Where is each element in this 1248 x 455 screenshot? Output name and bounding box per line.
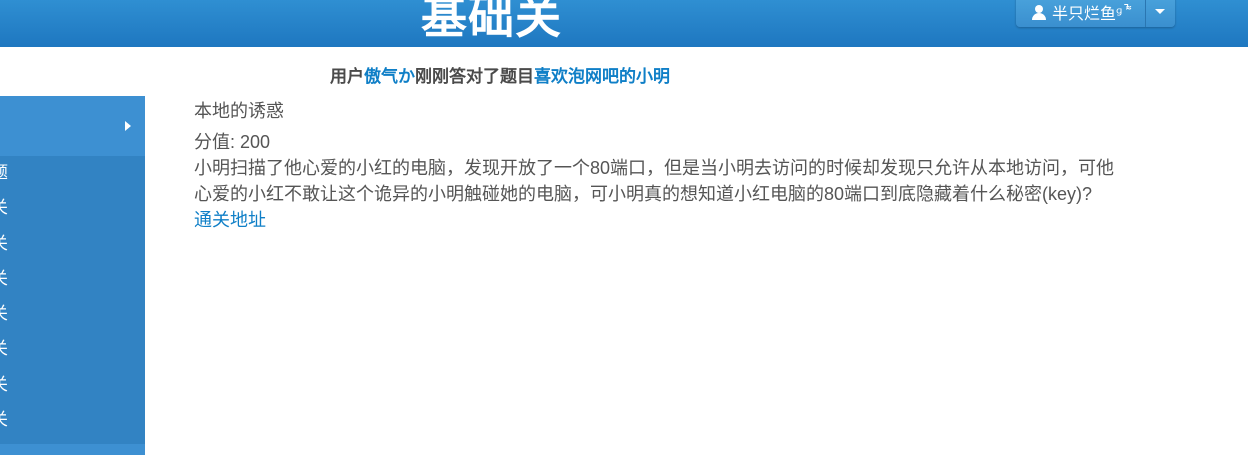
sidebar-item[interactable]: 关 <box>0 191 145 226</box>
sidebar-item[interactable]: 关 <box>0 332 145 367</box>
challenge-name: 本地的诱惑 <box>194 101 284 121</box>
caret-down-icon <box>1155 9 1166 14</box>
solve-announcement: 用户傲气か刚刚答对了题目喜欢泡网吧的小明 <box>330 62 670 87</box>
user-menu-group: 半只烂鱼ᶢ ̚ ͌ <box>1016 0 1175 27</box>
score-value: 200 <box>240 132 271 152</box>
top-navbar: 基础关 半只烂鱼ᶢ ̚ ͌ <box>0 0 1248 47</box>
arrow-right-icon <box>125 121 131 131</box>
challenge-score: 分值: 200 <box>194 129 1129 155</box>
announce-prefix: 用户 <box>330 67 364 86</box>
sidebar: 题 关 关 关 关 关 关 关 <box>0 96 145 455</box>
user-name: 半只烂鱼ᶢ ̚ ͌ <box>1052 3 1133 23</box>
challenge-panel: 本地的诱惑 分值: 200 小明扫描了他心爱的小红的电脑，发现开放了一个80端口… <box>194 98 1129 233</box>
announce-middle: 刚刚答对了题目 <box>415 67 534 86</box>
sidebar-item[interactable]: 关 <box>0 227 145 262</box>
sidebar-item[interactable]: 关 <box>0 368 145 403</box>
user-menu-button[interactable]: 半只烂鱼ᶢ ̚ ͌ <box>1016 0 1146 27</box>
challenge-description: 小明扫描了他心爱的小红的电脑，发现开放了一个80端口，但是当小明去访问的时候却发… <box>194 158 1115 204</box>
sidebar-header[interactable] <box>0 96 145 156</box>
announce-challenge-link[interactable]: 喜欢泡网吧的小明 <box>534 67 670 86</box>
sidebar-item[interactable]: 题 <box>0 156 145 191</box>
challenge-link[interactable]: 通关地址 <box>194 207 1129 233</box>
user-dropdown-toggle[interactable] <box>1145 0 1175 27</box>
sidebar-footer <box>0 444 145 455</box>
user-icon <box>1032 4 1046 20</box>
page-title: 基础关 <box>421 0 562 44</box>
sidebar-item[interactable]: 关 <box>0 403 145 438</box>
score-label: 分值: <box>194 132 236 152</box>
sidebar-item[interactable]: 关 <box>0 297 145 332</box>
announce-user-link[interactable]: 傲气か <box>364 67 415 86</box>
sidebar-list: 题 关 关 关 关 关 关 关 <box>0 156 145 438</box>
sidebar-item[interactable]: 关 <box>0 262 145 297</box>
